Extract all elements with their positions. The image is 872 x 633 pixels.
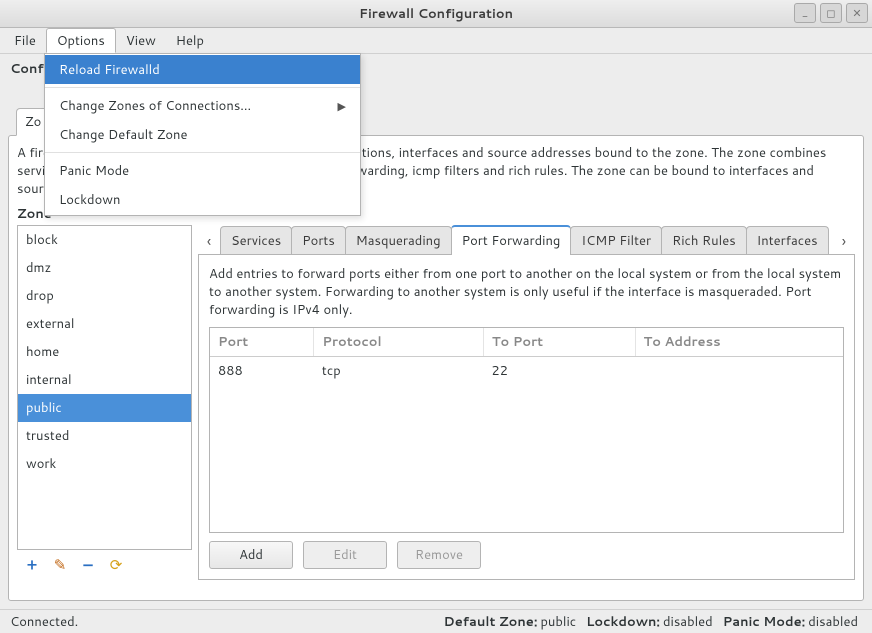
zone-item-drop[interactable]: drop <box>18 282 191 310</box>
tabs: Services Ports Masquerading Port Forward… <box>220 225 833 255</box>
menu-panic-mode[interactable]: Panic Mode <box>45 156 360 185</box>
zones-tab-label: Zo <box>25 113 41 131</box>
table-row[interactable]: 888 tcp 22 <box>210 357 843 386</box>
zone-item-block[interactable]: block <box>18 226 191 254</box>
menu-lockdown-label: Lockdown <box>59 191 120 209</box>
add-button[interactable]: Add <box>209 541 293 569</box>
minimize-button[interactable]: _ <box>794 3 816 23</box>
main-columns: block dmz drop external home internal pu… <box>17 225 855 580</box>
detail-column: ‹ Services Ports Masquerading Port Forwa… <box>198 225 855 580</box>
zone-item-internal[interactable]: internal <box>18 366 191 394</box>
options-dropdown: Reload Firewalld Change Zones of Connect… <box>44 53 361 216</box>
zone-item-work[interactable]: work <box>18 450 191 478</box>
add-zone-icon[interactable]: + <box>23 556 41 574</box>
status-panic-label: Panic Mode: <box>723 613 806 631</box>
tab-masquerading[interactable]: Masquerading <box>345 226 452 255</box>
cell-to-port: 22 <box>483 357 635 386</box>
menu-change-default-zone[interactable]: Change Default Zone <box>45 120 360 149</box>
menu-separator <box>45 87 360 88</box>
menu-options[interactable]: Options <box>46 28 116 53</box>
port-forwarding-panel: Add entries to forward ports either from… <box>198 254 855 580</box>
remove-button[interactable]: Remove <box>397 541 481 569</box>
zone-item-external[interactable]: external <box>18 310 191 338</box>
load-defaults-icon[interactable]: ⟳ <box>107 556 125 574</box>
submenu-arrow-icon: ▶ <box>338 98 346 114</box>
zone-item-home[interactable]: home <box>18 338 191 366</box>
status-default-zone-label: Default Zone: <box>444 613 538 631</box>
tab-port-forwarding[interactable]: Port Forwarding <box>451 225 572 255</box>
edit-button[interactable]: Edit <box>303 541 387 569</box>
tab-scroll-right-icon[interactable]: › <box>833 229 855 255</box>
menu-bar: File Options View Help <box>0 28 872 54</box>
menu-panic-mode-label: Panic Mode <box>59 162 129 180</box>
tab-services[interactable]: Services <box>220 226 292 255</box>
zone-toolbar: + ✎ − ⟳ <box>17 550 192 580</box>
tab-interfaces[interactable]: Interfaces <box>746 226 829 255</box>
zone-column: block dmz drop external home internal pu… <box>17 225 192 580</box>
port-forwarding-table: Port Protocol To Port To Address 888 tcp… <box>210 328 843 385</box>
cell-to-address <box>635 357 843 386</box>
zone-item-trusted[interactable]: trusted <box>18 422 191 450</box>
port-forwarding-table-wrap: Port Protocol To Port To Address 888 tcp… <box>209 327 844 532</box>
edit-zone-icon[interactable]: ✎ <box>51 556 69 574</box>
tab-icmp-filter[interactable]: ICMP Filter <box>570 226 662 255</box>
col-to-address[interactable]: To Address <box>635 328 843 357</box>
close-button[interactable]: ✕ <box>846 3 868 23</box>
window-title: Firewall Configuration <box>0 5 872 23</box>
col-to-port[interactable]: To Port <box>483 328 635 357</box>
title-bar: Firewall Configuration _ ◻ ✕ <box>0 0 872 28</box>
cell-protocol: tcp <box>314 357 483 386</box>
menu-lockdown[interactable]: Lockdown <box>45 185 360 214</box>
menu-change-zones-connections[interactable]: Change Zones of Connections... ▶ <box>45 91 360 120</box>
menu-reload-firewalld[interactable]: Reload Firewalld <box>45 55 360 84</box>
menu-separator <box>45 152 360 153</box>
menu-change-zones-label: Change Zones of Connections... <box>59 97 251 115</box>
status-connected: Connected. <box>10 613 78 631</box>
tab-rich-rules[interactable]: Rich Rules <box>661 226 747 255</box>
zone-item-public[interactable]: public <box>18 394 191 422</box>
tab-strip: ‹ Services Ports Masquerading Port Forwa… <box>198 225 855 255</box>
remove-zone-icon[interactable]: − <box>79 556 97 574</box>
menu-change-default-zone-label: Change Default Zone <box>59 126 188 144</box>
zone-list[interactable]: block dmz drop external home internal pu… <box>17 225 192 550</box>
tab-ports[interactable]: Ports <box>291 226 346 255</box>
window-controls: _ ◻ ✕ <box>794 3 868 23</box>
status-bar: Connected. Default Zone: public Lockdown… <box>0 609 872 633</box>
col-port[interactable]: Port <box>210 328 314 357</box>
tab-scroll-left-icon[interactable]: ‹ <box>198 229 220 255</box>
status-default-zone-value: public <box>540 613 576 631</box>
status-panic-value: disabled <box>808 613 858 631</box>
col-protocol[interactable]: Protocol <box>314 328 483 357</box>
port-forwarding-buttons: Add Edit Remove <box>209 541 844 569</box>
menu-reload-label: Reload Firewalld <box>59 61 160 79</box>
status-lockdown-label: Lockdown: <box>586 613 660 631</box>
status-lockdown-value: disabled <box>663 613 713 631</box>
menu-file[interactable]: File <box>4 28 46 53</box>
zone-item-dmz[interactable]: dmz <box>18 254 191 282</box>
cell-port: 888 <box>210 357 314 386</box>
port-forwarding-description: Add entries to forward ports either from… <box>209 265 844 320</box>
menu-view[interactable]: View <box>116 28 166 53</box>
maximize-button[interactable]: ◻ <box>820 3 842 23</box>
menu-help[interactable]: Help <box>166 28 214 53</box>
